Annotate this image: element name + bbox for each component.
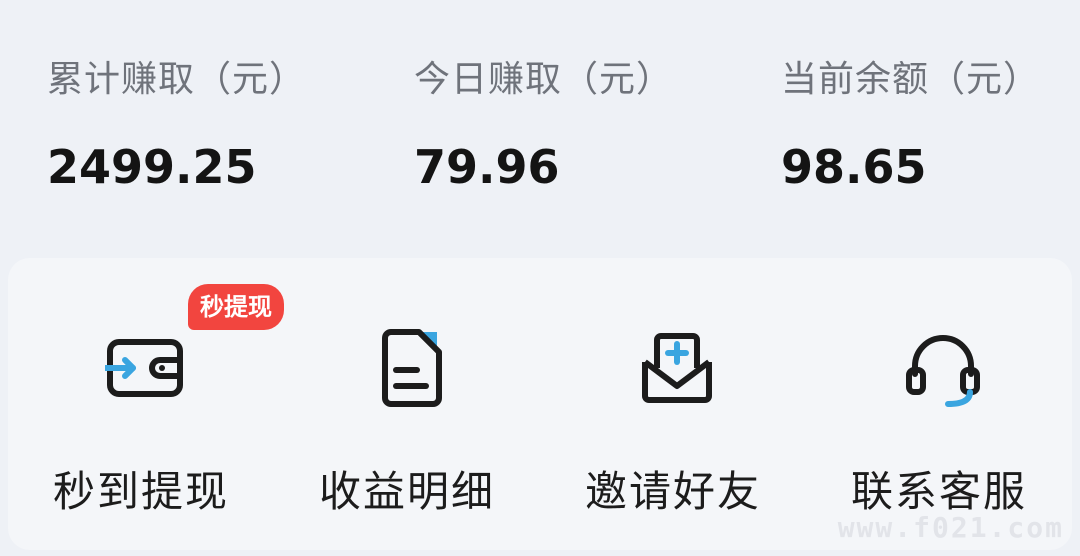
earnings-stats: 累计赚取（元） 2499.25 今日赚取（元） 79.96 当前余额（元） 98… — [0, 0, 1080, 250]
action-invite-friends[interactable]: 邀请好友 — [540, 258, 806, 550]
document-icon — [382, 329, 442, 407]
stat-value: 98.65 — [781, 140, 927, 194]
watermark: www.f021.com — [837, 511, 1064, 544]
instant-withdraw-badge: 秒提现 — [188, 284, 284, 330]
action-label: 秒到提现 — [52, 467, 229, 516]
stat-label: 累计赚取（元） — [47, 59, 307, 100]
action-earnings-detail[interactable]: 收益明细 — [274, 258, 540, 550]
action-label: 收益明细 — [318, 467, 495, 516]
action-label: 联系客服 — [850, 467, 1027, 516]
action-contact-support[interactable]: 联系客服 — [806, 258, 1072, 550]
wallet-withdraw-icon — [105, 339, 183, 397]
actions-card: 秒提现 秒到提现 收益明细 邀请好友 联系客服 — [8, 258, 1072, 550]
headset-icon — [906, 335, 980, 407]
earnings-panel: 累计赚取（元） 2499.25 今日赚取（元） 79.96 当前余额（元） 98… — [0, 0, 1080, 556]
stat-label: 当前余额（元） — [781, 59, 1041, 100]
stat-value: 79.96 — [414, 140, 560, 194]
action-withdraw[interactable]: 秒提现 秒到提现 — [8, 258, 284, 550]
action-label: 邀请好友 — [584, 467, 761, 516]
stat-value: 2499.25 — [47, 140, 257, 194]
invite-envelope-icon — [642, 333, 712, 403]
stat-label: 今日赚取（元） — [414, 59, 674, 100]
